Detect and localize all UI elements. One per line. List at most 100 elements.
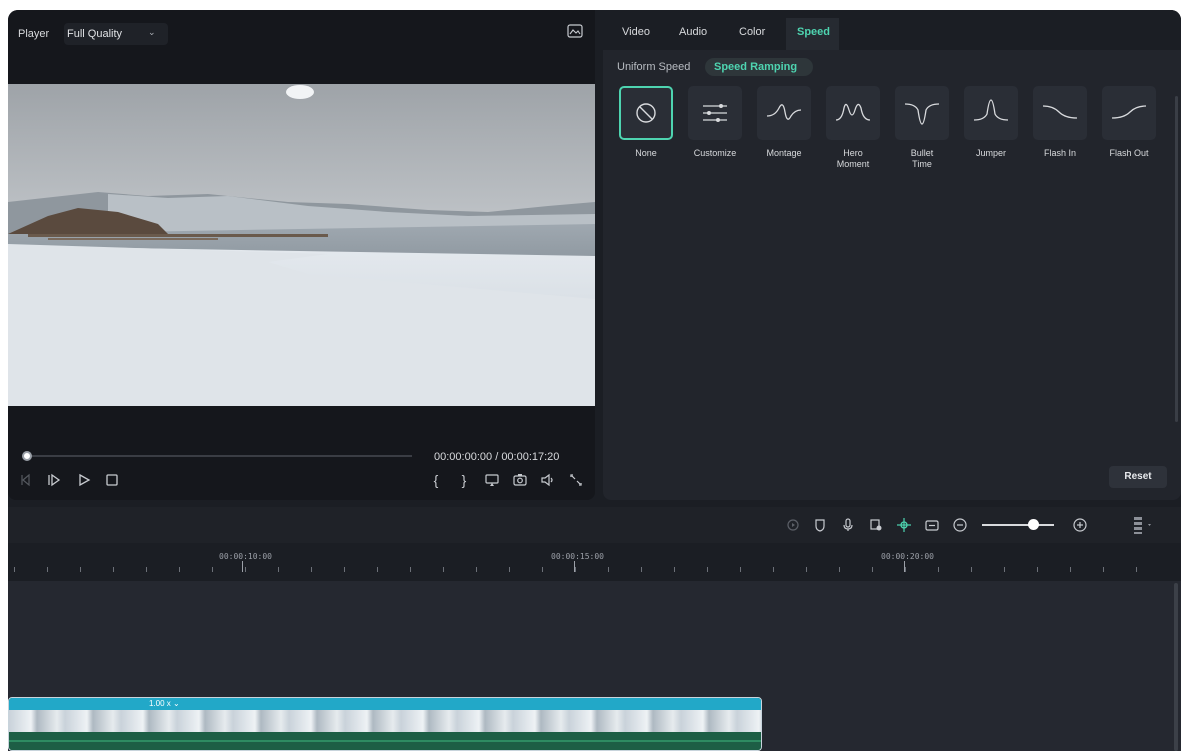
ruler-tick xyxy=(80,567,81,572)
clip-speed-label[interactable]: 1.00 x ⌄ xyxy=(149,698,180,710)
panel-scrollbar[interactable] xyxy=(1175,96,1178,422)
preset-montage[interactable]: Montage xyxy=(756,86,812,159)
ruler-tick xyxy=(1103,567,1104,572)
display-monitor-icon[interactable] xyxy=(484,472,500,488)
quality-dropdown[interactable]: Full Quality ⌄ xyxy=(64,23,168,45)
tab-audio[interactable]: Audio xyxy=(679,26,707,38)
ruler-tick xyxy=(14,567,15,572)
ruler-tick xyxy=(146,567,147,572)
zoom-slider[interactable] xyxy=(982,524,1054,526)
stop-icon[interactable] xyxy=(104,472,120,488)
preset-customize[interactable]: Customize xyxy=(687,86,743,159)
voiceover-icon[interactable] xyxy=(868,517,884,533)
image-view-icon[interactable] xyxy=(567,24,583,38)
preset-none[interactable]: None xyxy=(618,86,674,159)
zoom-slider-handle[interactable] xyxy=(1028,519,1039,530)
ruler-label: 00:00:10:00 xyxy=(219,552,272,561)
ruler-label: 00:00:15:00 xyxy=(551,552,604,561)
ruler-tick xyxy=(212,567,213,572)
scrubber-handle[interactable] xyxy=(22,451,32,461)
ruler-tick xyxy=(377,567,378,572)
sliders-icon xyxy=(688,86,742,140)
ruler-tick xyxy=(575,567,576,572)
subtab-speed-ramping[interactable]: Speed Ramping xyxy=(705,58,813,76)
player-title: Player xyxy=(18,28,50,40)
subtab-uniform-speed[interactable]: Uniform Speed xyxy=(617,58,690,76)
properties-panel: Video Audio Color Speed Uniform Speed Sp… xyxy=(603,10,1181,500)
montage-curve-icon xyxy=(757,86,811,140)
ruler-tick xyxy=(542,567,543,572)
zoom-out-icon[interactable] xyxy=(952,517,968,533)
playback-scrubber[interactable] xyxy=(26,455,412,457)
ruler-tick xyxy=(1136,567,1137,572)
preset-flash-in[interactable]: Flash In xyxy=(1032,86,1088,159)
ruler-tick xyxy=(245,567,246,572)
preset-label: Hero Moment xyxy=(836,148,870,169)
ai-cut-icon[interactable] xyxy=(896,517,912,533)
ruler-tick xyxy=(311,567,312,572)
quality-value: Full Quality xyxy=(67,28,123,40)
current-time: 00:00:00:00 xyxy=(434,451,493,463)
ruler-tick xyxy=(872,567,873,572)
timeline-scrollbar[interactable] xyxy=(1174,583,1178,751)
preset-bullet-time[interactable]: Bullet Time xyxy=(894,86,950,170)
tab-color[interactable]: Color xyxy=(739,26,765,38)
volume-icon[interactable] xyxy=(540,472,556,488)
preset-label: None xyxy=(635,148,657,158)
reset-button[interactable]: Reset xyxy=(1109,466,1167,488)
ruler-tick xyxy=(1070,567,1071,572)
ruler-major-tick xyxy=(242,561,243,572)
player-panel: Player Full Quality ⌄ 00:00:00:00 / 00:0… xyxy=(8,10,595,500)
clip-audio-waveform xyxy=(9,732,761,750)
zoom-in-icon[interactable] xyxy=(1072,517,1088,533)
preset-flash-out[interactable]: Flash Out xyxy=(1101,86,1157,159)
editor-window: Player Full Quality ⌄ 00:00:00:00 / 00:0… xyxy=(8,10,1181,751)
render-preview-icon[interactable] xyxy=(785,517,801,533)
preset-label: Flash Out xyxy=(1109,148,1149,158)
ruler-tick xyxy=(938,567,939,572)
video-clip[interactable]: 1.00 x ⌄ xyxy=(8,697,762,751)
total-time: 00:00:17:20 xyxy=(501,451,560,463)
play-icon[interactable] xyxy=(76,472,92,488)
preset-hero-moment[interactable]: Hero Moment xyxy=(825,86,881,170)
jumper-curve-icon xyxy=(964,86,1018,140)
ruler-tick xyxy=(905,567,906,572)
bullet-time-curve-icon xyxy=(895,86,949,140)
video-preview xyxy=(8,84,595,406)
ruler-tick xyxy=(707,567,708,572)
microphone-icon[interactable] xyxy=(840,517,856,533)
mark-out-icon[interactable]: } xyxy=(456,472,472,488)
previous-frame-icon[interactable] xyxy=(18,472,34,488)
subtitle-icon[interactable] xyxy=(924,517,940,533)
ruler-tick xyxy=(179,567,180,572)
tab-video[interactable]: Video xyxy=(622,26,650,38)
flash-in-curve-icon xyxy=(1033,86,1087,140)
ruler-tick xyxy=(410,567,411,572)
ruler-tick xyxy=(47,567,48,572)
fullscreen-icon[interactable] xyxy=(568,472,584,488)
ruler-tick xyxy=(509,567,510,572)
hero-moment-curve-icon xyxy=(826,86,880,140)
track-layout-icon[interactable] xyxy=(1132,515,1154,535)
ruler-tick xyxy=(641,567,642,572)
ruler-tick xyxy=(278,567,279,572)
none-circle-slash-icon xyxy=(619,86,673,140)
ruler-tick xyxy=(674,567,675,572)
shield-marker-icon[interactable] xyxy=(812,517,828,533)
ruler-tick xyxy=(971,567,972,572)
timeline-ruler[interactable]: 00:00:10:00 00:00:15:00 00:00:20:00 xyxy=(8,543,1181,581)
step-forward-icon[interactable] xyxy=(46,472,62,488)
mark-in-icon[interactable]: { xyxy=(428,472,444,488)
ruler-tick xyxy=(740,567,741,572)
preset-jumper[interactable]: Jumper xyxy=(963,86,1019,159)
tab-speed[interactable]: Speed xyxy=(797,26,830,38)
waveform-line xyxy=(9,740,761,742)
ruler-tick xyxy=(476,567,477,572)
ruler-tick xyxy=(806,567,807,572)
player-header: Player Full Quality ⌄ xyxy=(8,10,595,54)
ruler-tick xyxy=(608,567,609,572)
timecode-display: 00:00:00:00 / 00:00:17:20 xyxy=(434,451,559,463)
clip-header: 1.00 x ⌄ xyxy=(9,698,761,710)
camera-snapshot-icon[interactable] xyxy=(512,472,528,488)
preset-label: Flash In xyxy=(1043,148,1076,158)
